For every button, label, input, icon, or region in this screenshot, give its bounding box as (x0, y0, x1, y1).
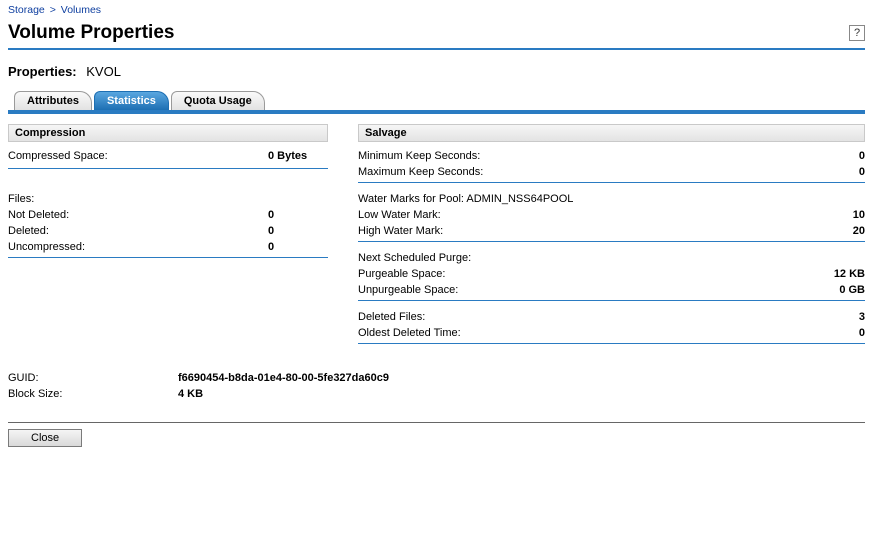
salvage-header: Salvage (358, 124, 865, 142)
tab-bar: Attributes Statistics Quota Usage (8, 91, 865, 110)
purgeable-value: 12 KB (815, 268, 865, 280)
properties-label: Properties: (8, 64, 77, 79)
breadcrumb-current-link[interactable]: Volumes (61, 4, 101, 16)
watermarks-label: Water Marks for Pool: ADMIN_NSS64POOL (358, 193, 865, 205)
oldest-deleted-label: Oldest Deleted Time: (358, 327, 815, 339)
min-keep-label: Minimum Keep Seconds: (358, 150, 815, 162)
close-button[interactable]: Close (8, 429, 82, 447)
low-watermark-label: Low Water Mark: (358, 209, 815, 221)
unpurgeable-value: 0 GB (815, 284, 865, 296)
deleted-files-label: Deleted Files: (358, 311, 815, 323)
tab-attributes[interactable]: Attributes (14, 91, 92, 110)
help-icon[interactable]: ? (849, 25, 865, 41)
uncompressed-value: 0 (268, 241, 328, 253)
volume-name: KVOL (86, 64, 121, 79)
not-deleted-label: Not Deleted: (8, 209, 268, 221)
tab-statistics[interactable]: Statistics (94, 91, 169, 110)
breadcrumb: Storage > Volumes (8, 4, 865, 16)
page-title: Volume Properties (8, 22, 174, 44)
breadcrumb-root-link[interactable]: Storage (8, 4, 45, 16)
uncompressed-label: Uncompressed: (8, 241, 268, 253)
files-label: Files: (8, 193, 268, 205)
guid-value: f6690454-b8da-01e4-80-00-5fe327da60c9 (178, 372, 389, 384)
tab-quota-usage[interactable]: Quota Usage (171, 91, 265, 110)
purgeable-label: Purgeable Space: (358, 268, 815, 280)
compressed-space-label: Compressed Space: (8, 150, 268, 162)
next-purge-label: Next Scheduled Purge: (358, 252, 865, 264)
max-keep-label: Maximum Keep Seconds: (358, 166, 815, 178)
high-watermark-label: High Water Mark: (358, 225, 815, 237)
min-keep-value: 0 (815, 150, 865, 162)
guid-label: GUID: (8, 372, 178, 384)
deleted-label: Deleted: (8, 225, 268, 237)
deleted-files-value: 3 (815, 311, 865, 323)
compression-header: Compression (8, 124, 328, 142)
block-size-label: Block Size: (8, 388, 178, 400)
low-watermark-value: 10 (815, 209, 865, 221)
max-keep-value: 0 (815, 166, 865, 178)
not-deleted-value: 0 (268, 209, 328, 221)
high-watermark-value: 20 (815, 225, 865, 237)
compressed-space-value: 0 Bytes (268, 150, 328, 162)
oldest-deleted-value: 0 (815, 327, 865, 339)
block-size-value: 4 KB (178, 388, 203, 400)
unpurgeable-label: Unpurgeable Space: (358, 284, 815, 296)
breadcrumb-separator: > (50, 4, 56, 16)
deleted-value: 0 (268, 225, 328, 237)
